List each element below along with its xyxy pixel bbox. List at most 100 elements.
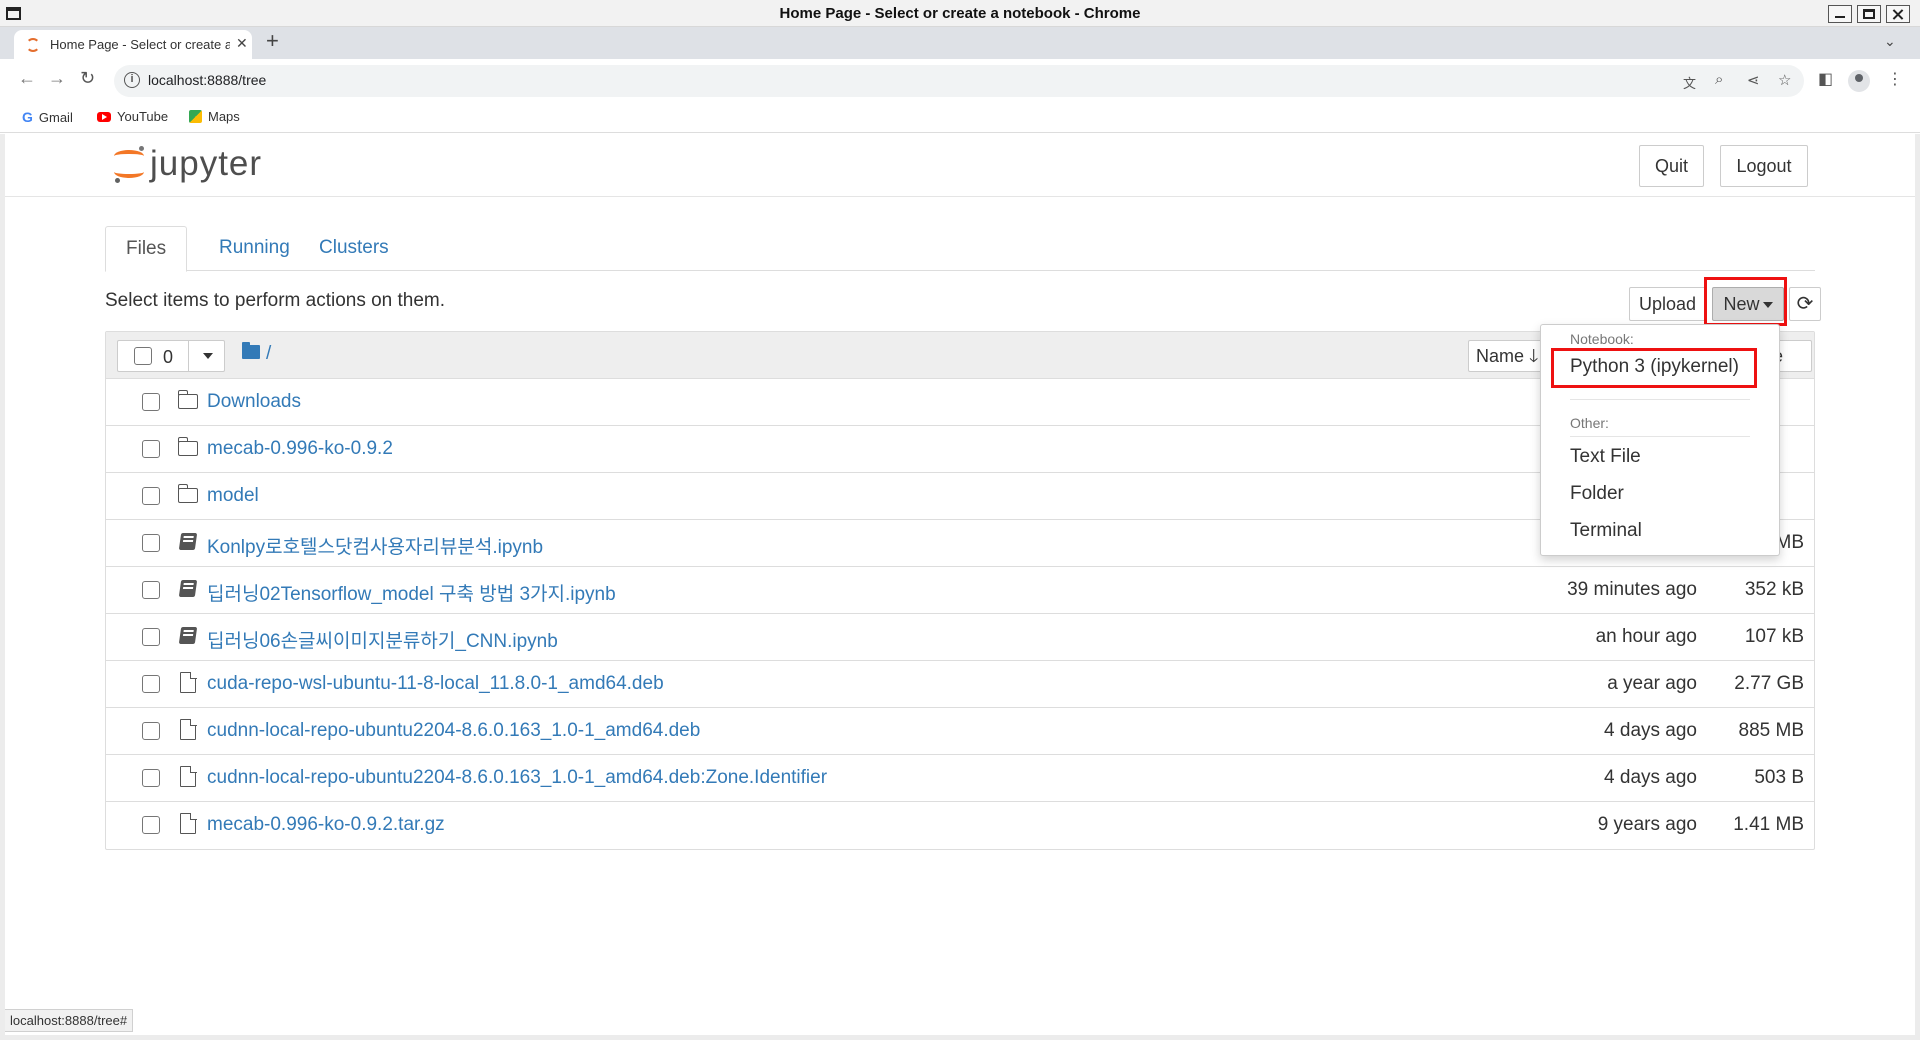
row-checkbox[interactable] xyxy=(142,675,160,693)
list-item[interactable]: mecab-0.996-ko-0.9.2.tar.gz 9 years ago … xyxy=(106,802,1814,849)
tab-strip: Home Page - Select or create a notebook … xyxy=(0,27,1920,59)
row-checkbox[interactable] xyxy=(142,487,160,505)
share-icon[interactable]: ⋖ xyxy=(1747,71,1760,89)
row-checkbox[interactable] xyxy=(142,440,160,458)
file-name-link[interactable]: 딥러닝02Tensorflow_model 구축 방법 3가지.ipynb xyxy=(207,579,616,606)
maximize-button[interactable] xyxy=(1857,5,1881,23)
breadcrumb[interactable]: / xyxy=(266,343,271,365)
maps-icon xyxy=(189,110,202,123)
translate-icon[interactable]: 文 xyxy=(1683,73,1696,92)
forward-icon[interactable]: → xyxy=(48,68,66,89)
file-name-link[interactable]: Downloads xyxy=(207,391,301,413)
google-icon: G xyxy=(22,109,33,125)
address-bar[interactable]: i localhost:8888/tree 文 ⌕ ⋖ ☆ xyxy=(114,65,1804,97)
jupyter-header: jupyter Quit Logout xyxy=(5,134,1915,197)
row-checkbox[interactable] xyxy=(142,769,160,787)
bookmark-star-icon[interactable]: ☆ xyxy=(1778,71,1791,89)
bookmark-maps[interactable]: Maps xyxy=(189,109,240,124)
sort-name-label: Name xyxy=(1476,346,1525,366)
tab-running[interactable]: Running xyxy=(199,226,310,271)
side-panel-icon[interactable]: ◧ xyxy=(1818,69,1833,89)
row-checkbox[interactable] xyxy=(142,581,160,599)
caret-down-icon xyxy=(203,352,213,359)
close-window-button[interactable] xyxy=(1886,5,1910,23)
chrome-menu-icon[interactable]: ⋮ xyxy=(1887,69,1903,89)
tab-files[interactable]: Files xyxy=(105,226,188,272)
jupyter-logo-text: jupyter xyxy=(150,144,263,183)
file-name-link[interactable]: cudnn-local-repo-ubuntu2204-8.6.0.163_1.… xyxy=(207,720,700,742)
file-icon xyxy=(180,718,197,740)
file-size: 107 kB xyxy=(1744,626,1804,647)
bookmarks-bar: G Gmail YouTube Maps xyxy=(0,103,1920,133)
list-item[interactable]: cudnn-local-repo-ubuntu2204-8.6.0.163_1.… xyxy=(106,755,1814,802)
file-name-link[interactable]: 딥러닝06손글씨이미지분류하기_CNN.ipynb xyxy=(207,626,558,653)
selected-count: 0 xyxy=(163,347,174,367)
folder-icon xyxy=(177,484,198,503)
file-icon xyxy=(180,765,197,787)
menu-divider xyxy=(1570,436,1750,437)
file-name-link[interactable]: mecab-0.996-ko-0.9.2 xyxy=(207,438,393,460)
row-checkbox[interactable] xyxy=(142,816,160,834)
refresh-icon: ⟳ xyxy=(1796,293,1814,315)
new-text-file-item[interactable]: Text File xyxy=(1570,446,1641,468)
site-info-icon[interactable]: i xyxy=(124,72,140,88)
file-icon xyxy=(180,812,197,834)
notebook-icon xyxy=(178,627,198,644)
upload-button[interactable]: Upload xyxy=(1629,287,1706,321)
zoom-icon[interactable]: ⌕ xyxy=(1715,71,1723,88)
sort-by-name-button[interactable]: Name 🡓 xyxy=(1468,340,1548,372)
reload-icon[interactable]: ↻ xyxy=(80,68,95,89)
back-icon[interactable]: ← xyxy=(18,68,36,89)
list-item[interactable]: 딥러닝02Tensorflow_model 구축 방법 3가지.ipynb 39… xyxy=(106,567,1814,614)
browser-tab-title: Home Page - Select or create a notebook xyxy=(50,37,230,52)
tab-clusters[interactable]: Clusters xyxy=(299,226,409,271)
tab-search-chevron-icon[interactable]: ⌄ xyxy=(1884,33,1896,50)
jupyter-logo-icon xyxy=(112,144,146,184)
close-tab-icon[interactable]: ✕ xyxy=(236,35,248,52)
new-dropdown-menu: Notebook: Python 3 (ipykernel) Other: Te… xyxy=(1540,324,1780,556)
list-item[interactable]: 딥러닝06손글씨이미지분류하기_CNN.ipynb an hour ago 10… xyxy=(106,614,1814,661)
jupyter-logo[interactable]: jupyter xyxy=(112,144,262,184)
bookmark-youtube[interactable]: YouTube xyxy=(97,109,168,124)
modified-time: 39 minutes ago xyxy=(1567,579,1697,600)
new-tab-icon[interactable]: + xyxy=(266,30,279,52)
arrow-down-icon: 🡓 xyxy=(1529,346,1539,366)
page-viewport: jupyter Quit Logout Files Running Cluste… xyxy=(5,134,1915,1036)
refresh-button[interactable]: ⟳ xyxy=(1789,287,1821,321)
profile-avatar-icon[interactable] xyxy=(1848,70,1870,92)
file-name-link[interactable]: mecab-0.996-ko-0.9.2.tar.gz xyxy=(207,814,445,836)
list-item[interactable]: cudnn-local-repo-ubuntu2204-8.6.0.163_1.… xyxy=(106,708,1814,755)
new-python3-notebook-item[interactable]: Python 3 (ipykernel) xyxy=(1570,356,1739,378)
folder-icon xyxy=(177,390,198,409)
browser-tab[interactable]: Home Page - Select or create a notebook … xyxy=(14,30,252,59)
notebook-icon xyxy=(178,580,198,597)
select-all-checkbox[interactable] xyxy=(134,347,152,365)
modified-time: 4 days ago xyxy=(1604,720,1697,741)
quit-button[interactable]: Quit xyxy=(1639,145,1704,187)
select-items-message: Select items to perform actions on them. xyxy=(105,290,446,311)
bookmark-gmail[interactable]: G Gmail xyxy=(22,109,73,125)
folder-icon[interactable] xyxy=(242,342,260,359)
select-menu-toggle[interactable] xyxy=(188,340,225,372)
select-all-box[interactable]: 0 xyxy=(117,340,189,372)
new-terminal-item[interactable]: Terminal xyxy=(1570,520,1642,542)
row-checkbox[interactable] xyxy=(142,722,160,740)
file-name-link[interactable]: cuda-repo-wsl-ubuntu-11-8-local_11.8.0-1… xyxy=(207,673,664,695)
logout-button[interactable]: Logout xyxy=(1720,145,1808,187)
list-item[interactable]: cuda-repo-wsl-ubuntu-11-8-local_11.8.0-1… xyxy=(106,661,1814,708)
new-button[interactable]: New xyxy=(1712,287,1784,321)
row-checkbox[interactable] xyxy=(142,628,160,646)
page-frame-bottom xyxy=(0,1035,1920,1040)
minimize-button[interactable] xyxy=(1828,5,1852,23)
modified-time: a year ago xyxy=(1607,673,1697,694)
row-checkbox[interactable] xyxy=(142,534,160,552)
new-button-label: New xyxy=(1723,294,1760,314)
row-checkbox[interactable] xyxy=(142,393,160,411)
file-name-link[interactable]: model xyxy=(207,485,259,507)
file-size: 503 B xyxy=(1754,767,1804,788)
file-name-link[interactable]: Konlpy로호텔스닷컴사용자리뷰분석.ipynb xyxy=(207,532,543,559)
url-text[interactable]: localhost:8888/tree xyxy=(148,72,266,88)
new-folder-item[interactable]: Folder xyxy=(1570,483,1624,505)
file-name-link[interactable]: cudnn-local-repo-ubuntu2204-8.6.0.163_1.… xyxy=(207,767,827,789)
folder-icon xyxy=(177,437,198,456)
